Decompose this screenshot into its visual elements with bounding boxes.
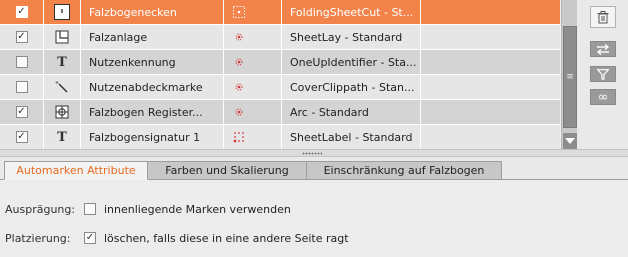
empty-cell bbox=[421, 100, 560, 124]
dotted-grid-icon bbox=[233, 132, 244, 143]
mark-preview-cell bbox=[224, 75, 282, 99]
delete-if-overlap-checkbox[interactable]: ✓ bbox=[84, 232, 96, 244]
infinity-icon: ∞ bbox=[597, 89, 609, 105]
mark-name: Falzbogensignatur 1 bbox=[81, 125, 224, 149]
mark-name: Falzbogenecken bbox=[81, 0, 224, 24]
option-text: innenliegende Marken verwenden bbox=[104, 202, 291, 216]
table-row[interactable]: T Nutzenkennung OneUpIdentifier - Sta... bbox=[0, 50, 560, 75]
mark-preview-cell bbox=[224, 100, 282, 124]
template-name: SheetLabel - Standard bbox=[282, 125, 421, 149]
mark-preview-cell bbox=[224, 25, 282, 49]
text-t-icon: T bbox=[57, 129, 67, 145]
mark-name: Falzanlage bbox=[81, 25, 224, 49]
type-icon-cell: T bbox=[44, 50, 81, 74]
dotted-square-icon bbox=[233, 6, 245, 18]
mark-name: Falzbogen Register... bbox=[81, 100, 224, 124]
row-checkbox[interactable] bbox=[15, 56, 28, 68]
table-row[interactable]: ✓ Falzbogenecken FoldingSheetCut - St... bbox=[0, 0, 560, 25]
table-row[interactable]: Nutzenabdeckmarke CoverClippath - Stan..… bbox=[0, 75, 560, 100]
row-checkbox[interactable]: ✓ bbox=[15, 6, 28, 18]
chevron-down-icon bbox=[565, 138, 575, 144]
template-name: SheetLay - Standard bbox=[282, 25, 421, 49]
crosshair-dot-icon bbox=[235, 108, 243, 116]
crosshair-dot-icon bbox=[235, 58, 243, 66]
tab-automarken-attribute[interactable]: Automarken Attribute bbox=[4, 161, 148, 180]
table-row[interactable]: ✓ Falzanlage SheetLay - Standard bbox=[0, 25, 560, 50]
row-checkbox[interactable]: ✓ bbox=[15, 106, 28, 118]
checkbox-cell bbox=[0, 50, 44, 74]
empty-cell bbox=[421, 125, 560, 149]
checkbox-cell: ✓ bbox=[0, 0, 44, 24]
option-label: Ausprägung: bbox=[5, 202, 76, 216]
register-mark-icon bbox=[55, 105, 69, 119]
check-mark: ✓ bbox=[85, 232, 95, 243]
panel-splitter[interactable] bbox=[0, 149, 628, 157]
option-label: Platzierung: bbox=[5, 231, 71, 245]
check-mark: ✓ bbox=[17, 106, 26, 117]
type-icon-cell bbox=[44, 0, 81, 24]
scrollbar-thumb[interactable]: ≡ bbox=[563, 26, 577, 128]
checkbox-cell: ✓ bbox=[0, 125, 44, 149]
swap-button[interactable] bbox=[590, 41, 616, 57]
row-checkbox[interactable] bbox=[15, 81, 28, 93]
checkbox-cell: ✓ bbox=[0, 100, 44, 124]
check-mark: ✓ bbox=[17, 6, 26, 17]
link-button[interactable]: ∞ bbox=[590, 89, 616, 105]
table-row[interactable]: ✓ Falzbogen Register... Arc - Standard bbox=[0, 100, 560, 125]
filter-button[interactable] bbox=[590, 66, 616, 82]
type-icon-cell bbox=[44, 75, 81, 99]
type-icon-cell bbox=[44, 100, 81, 124]
mark-preview-cell bbox=[224, 0, 282, 24]
text-t-icon: T bbox=[57, 54, 67, 70]
swap-arrows-icon bbox=[596, 43, 610, 55]
empty-cell bbox=[421, 25, 560, 49]
trash-icon bbox=[597, 10, 609, 23]
scroll-down-button[interactable] bbox=[563, 133, 577, 149]
option-auspraegung: Ausprägung: innenliegende Marken verwend… bbox=[5, 201, 291, 217]
tab-bar: Automarken Attribute Farben und Skalieru… bbox=[4, 161, 502, 180]
checkbox-cell bbox=[0, 75, 44, 99]
type-icon-cell: T bbox=[44, 125, 81, 149]
crosshair-dot-icon bbox=[235, 83, 243, 91]
crosshair-dot-icon bbox=[235, 33, 243, 41]
empty-cell bbox=[421, 0, 560, 24]
mark-name: Nutzenkennung bbox=[81, 50, 224, 74]
corner-layout-icon bbox=[55, 30, 69, 44]
template-name: OneUpIdentifier - Sta... bbox=[282, 50, 421, 74]
magic-wand-icon bbox=[55, 81, 68, 93]
empty-cell bbox=[421, 75, 560, 99]
option-platzierung: Platzierung: ✓ löschen, falls diese in e… bbox=[5, 230, 349, 246]
empty-cell bbox=[421, 50, 560, 74]
splitter-grip[interactable] bbox=[302, 152, 322, 155]
tab-einschraenkung-auf-falzbogen[interactable]: Einschränkung auf Falzbogen bbox=[307, 161, 502, 180]
tab-farben-und-skalierung[interactable]: Farben und Skalierung bbox=[148, 161, 307, 180]
ticket-icon bbox=[54, 4, 70, 20]
delete-button[interactable] bbox=[590, 6, 616, 28]
template-name: FoldingSheetCut - St... bbox=[282, 0, 421, 24]
mark-preview-cell bbox=[224, 125, 282, 149]
inner-marks-checkbox[interactable] bbox=[84, 203, 96, 215]
automarks-table: ✓ Falzbogenecken FoldingSheetCut - St...… bbox=[0, 0, 577, 150]
check-mark: ✓ bbox=[17, 131, 26, 142]
mark-preview-cell bbox=[224, 50, 282, 74]
template-name: CoverClippath - Stan... bbox=[282, 75, 421, 99]
mark-name: Nutzenabdeckmarke bbox=[81, 75, 224, 99]
row-checkbox[interactable]: ✓ bbox=[15, 131, 28, 143]
filter-icon bbox=[597, 68, 609, 80]
row-checkbox[interactable]: ✓ bbox=[15, 31, 28, 43]
option-text: löschen, falls diese in eine andere Seit… bbox=[104, 231, 349, 245]
checkbox-cell: ✓ bbox=[0, 25, 44, 49]
vertical-scrollbar[interactable]: ≡ bbox=[561, 0, 577, 149]
table-row[interactable]: ✓ T Falzbogensignatur 1 SheetLabel - Sta… bbox=[0, 125, 560, 150]
template-name: Arc - Standard bbox=[282, 100, 421, 124]
type-icon-cell bbox=[44, 25, 81, 49]
check-mark: ✓ bbox=[17, 31, 26, 42]
